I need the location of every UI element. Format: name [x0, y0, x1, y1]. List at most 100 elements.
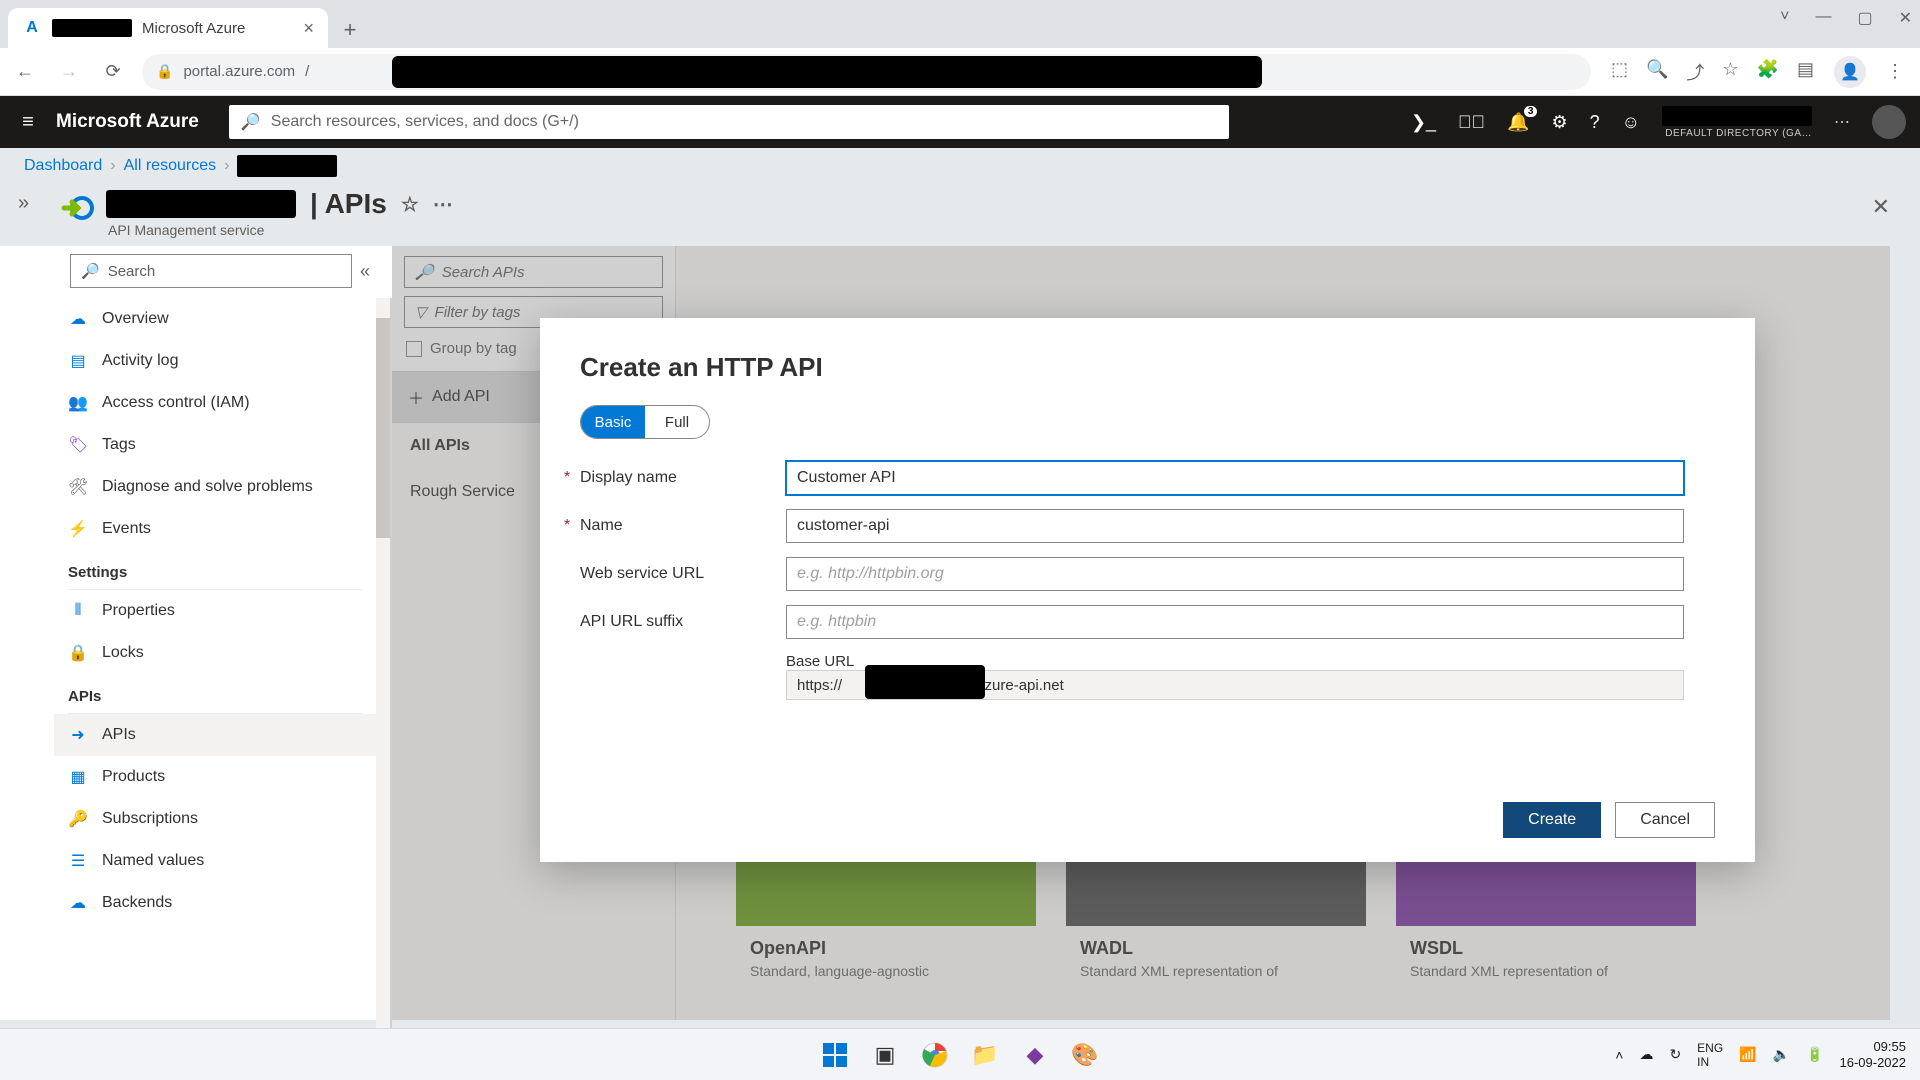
minimize-icon[interactable]: —: [1815, 8, 1831, 28]
cancel-button[interactable]: Cancel: [1615, 802, 1715, 838]
zoom-icon[interactable]: 🔍: [1646, 59, 1668, 85]
nav-named-values[interactable]: ☰Named values: [54, 840, 376, 882]
chevron-down-icon[interactable]: ˅: [1780, 8, 1789, 28]
bookmark-icon[interactable]: ☆: [1722, 59, 1738, 85]
nav-search-input[interactable]: 🔎 Search: [70, 254, 352, 288]
activity-log-icon: ▤: [68, 351, 88, 371]
system-tray: ˄ ☁ ↻ ENG IN 📶 🔈 🔋 09:55 16-09-2022: [1615, 1039, 1906, 1071]
nav-scrollbar-track[interactable]: [376, 298, 390, 1064]
toggle-basic[interactable]: Basic: [581, 406, 645, 438]
notifications-icon[interactable]: 🔔3: [1507, 112, 1529, 133]
page-title: | APIs: [310, 188, 387, 220]
share-icon[interactable]: ⤴: [1686, 59, 1704, 85]
new-tab-button[interactable]: +: [332, 12, 368, 48]
back-button[interactable]: ←: [10, 57, 40, 87]
tab-title: Microsoft Azure: [142, 20, 293, 37]
apis-icon: ➜: [68, 725, 88, 745]
tenant-label: DEFAULT DIRECTORY (GA…: [1665, 128, 1812, 139]
visual-studio-icon[interactable]: ◆: [1015, 1035, 1055, 1075]
taskbar-center: ▣ 📁 ◆ 🎨: [815, 1035, 1105, 1075]
toggle-full[interactable]: Full: [645, 406, 709, 438]
products-icon: ▦: [68, 767, 88, 787]
more-icon[interactable]: ⋯: [1834, 112, 1850, 132]
search-icon: 🔎: [81, 262, 100, 280]
search-icon: 🔎: [241, 112, 261, 132]
chrome-profile-avatar[interactable]: 👤: [1834, 56, 1866, 88]
pin-icon[interactable]: ☆: [401, 192, 419, 217]
nav-tags[interactable]: 🏷Tags: [54, 424, 376, 466]
azure-brand[interactable]: Microsoft Azure: [56, 111, 229, 133]
nav-scrollbar-thumb[interactable]: [376, 318, 390, 538]
properties-icon: ⫴: [68, 602, 88, 620]
resource-type-label: API Management service: [108, 222, 453, 238]
browser-tab-active[interactable]: A Microsoft Azure ×: [8, 8, 328, 48]
window-close-icon[interactable]: ✕: [1899, 8, 1912, 28]
create-button[interactable]: Create: [1503, 802, 1601, 838]
chrome-menu-icon[interactable]: ⋮: [1880, 57, 1910, 87]
input-display-name[interactable]: [786, 461, 1684, 495]
iam-icon: 👥: [68, 393, 88, 413]
search-placeholder: Search resources, services, and docs (G+…: [271, 113, 579, 131]
more-commands-icon[interactable]: ⋯: [433, 192, 453, 217]
file-explorer-icon[interactable]: 📁: [965, 1035, 1005, 1075]
extensions-icon[interactable]: 🧩: [1757, 59, 1779, 85]
close-tab-icon[interactable]: ×: [303, 18, 314, 39]
volume-icon[interactable]: 🔈: [1773, 1046, 1790, 1063]
help-icon[interactable]: ?: [1590, 112, 1600, 133]
nav-overview[interactable]: ☁Overview: [54, 298, 376, 340]
start-button[interactable]: [815, 1035, 855, 1075]
nav-diagnose[interactable]: 🛠Diagnose and solve problems: [54, 466, 376, 508]
nav-subscriptions[interactable]: 🔑Subscriptions: [54, 798, 376, 840]
window-controls: ˅ — ▢ ✕: [1780, 8, 1912, 28]
battery-icon[interactable]: 🔋: [1806, 1046, 1823, 1063]
nav-locks[interactable]: 🔒Locks: [54, 632, 376, 674]
collapse-nav-icon[interactable]: «: [360, 261, 370, 282]
language-indicator[interactable]: ENG IN: [1697, 1041, 1723, 1069]
feedback-icon[interactable]: ☺: [1622, 112, 1640, 133]
input-web-url[interactable]: [786, 557, 1684, 591]
sync-icon[interactable]: ↻: [1669, 1046, 1681, 1063]
blade-close-icon[interactable]: ✕: [1866, 188, 1896, 226]
lock-icon: 🔒: [156, 63, 173, 80]
install-app-icon[interactable]: ⬚: [1611, 59, 1628, 85]
breadcrumb-allresources[interactable]: All resources: [124, 157, 216, 175]
input-name[interactable]: [786, 509, 1684, 543]
directory-filter-icon[interactable]: �⃞: [1458, 112, 1485, 133]
azure-global-search[interactable]: 🔎 Search resources, services, and docs (…: [229, 105, 1229, 139]
input-suffix[interactable]: [786, 605, 1684, 639]
label-name: Name: [580, 517, 786, 535]
label-suffix: API URL suffix: [580, 613, 786, 631]
tray-chevron-icon[interactable]: ˄: [1615, 1047, 1623, 1063]
reload-button[interactable]: ⟳: [98, 57, 128, 87]
address-bar[interactable]: 🔒 portal.azure.com/: [142, 54, 1591, 90]
nav-products[interactable]: ▦Products: [54, 756, 376, 798]
cloud-shell-icon[interactable]: ❯_: [1411, 112, 1436, 133]
redacted-base-host: [865, 665, 985, 699]
chrome-app-icon[interactable]: [915, 1035, 955, 1075]
breadcrumb: Dashboard › All resources ›: [0, 148, 1920, 184]
forward-button[interactable]: →: [54, 57, 84, 87]
wifi-icon[interactable]: 📶: [1739, 1046, 1756, 1063]
task-view-icon[interactable]: ▣: [865, 1035, 905, 1075]
nav-backends[interactable]: ☁Backends: [54, 882, 376, 924]
breadcrumb-dashboard[interactable]: Dashboard: [24, 157, 102, 175]
onedrive-icon[interactable]: ☁: [1639, 1046, 1653, 1063]
nav-search-placeholder: Search: [108, 263, 156, 280]
maximize-icon[interactable]: ▢: [1857, 8, 1872, 28]
user-avatar[interactable]: [1872, 105, 1906, 139]
nav-properties[interactable]: ⫴Properties: [54, 590, 376, 632]
expand-menu-icon[interactable]: »: [18, 188, 58, 215]
base-url-readonly: https:// .azure-api.net: [786, 670, 1684, 700]
nav-apis[interactable]: ➜APIs: [54, 714, 376, 756]
sidepanel-icon[interactable]: ▤: [1797, 59, 1814, 85]
nav-iam[interactable]: 👥Access control (IAM): [54, 382, 376, 424]
subscriptions-icon: 🔑: [68, 809, 88, 829]
redacted-tab-prefix: [52, 19, 132, 37]
windows-taskbar: ▣ 📁 ◆ 🎨 ˄ ☁ ↻ ENG IN 📶 🔈 🔋 09:55 16-09-2…: [0, 1028, 1920, 1080]
nav-activity-log[interactable]: ▤Activity log: [54, 340, 376, 382]
settings-gear-icon[interactable]: ⚙: [1551, 112, 1567, 133]
paint-icon[interactable]: 🎨: [1065, 1035, 1105, 1075]
nav-events[interactable]: ⚡Events: [54, 508, 376, 550]
taskbar-clock[interactable]: 09:55 16-09-2022: [1840, 1039, 1907, 1071]
hamburger-icon[interactable]: ≡: [0, 111, 56, 134]
